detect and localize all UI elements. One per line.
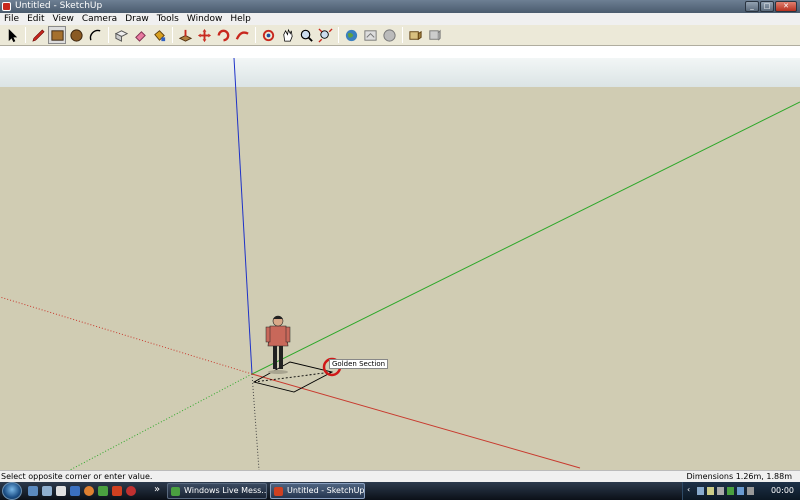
status-bar: Select opposite corner or enter value. D… xyxy=(0,470,800,482)
toolbar-separator xyxy=(255,27,256,43)
status-hint: Select opposite corner or enter value. xyxy=(1,472,153,481)
green-axis-line xyxy=(251,101,800,375)
start-button[interactable] xyxy=(2,482,22,500)
toolbar-separator xyxy=(25,27,26,43)
messenger-tray-icon[interactable] xyxy=(727,487,734,495)
move-icon[interactable] xyxy=(195,26,213,44)
messenger-icon xyxy=(171,487,180,496)
sketchup-app-icon[interactable] xyxy=(2,2,11,11)
rectangle-diagonal xyxy=(253,371,333,383)
sketchup-quicklaunch-icon[interactable] xyxy=(112,486,122,496)
tray-expand-icon[interactable]: ‹ xyxy=(687,485,694,494)
app-quicklaunch-icon[interactable] xyxy=(126,486,136,496)
quicklaunch-expand[interactable]: » xyxy=(154,484,160,495)
pencil-icon[interactable] xyxy=(29,26,47,44)
component-icon[interactable] xyxy=(406,26,424,44)
window-controls: _ □ ✕ xyxy=(745,1,797,12)
toolbar-separator xyxy=(172,27,173,43)
maximize-button[interactable]: □ xyxy=(760,1,774,12)
zoom-icon[interactable] xyxy=(297,26,315,44)
taskbar-sketchup[interactable]: Untitled - SketchUp xyxy=(270,483,365,499)
clock[interactable]: 00:00 xyxy=(771,486,794,495)
circle-icon[interactable] xyxy=(67,26,85,44)
firefox-icon[interactable] xyxy=(84,486,94,496)
close-button[interactable]: ✕ xyxy=(775,1,797,12)
orbit-icon[interactable] xyxy=(259,26,277,44)
menu-help[interactable]: Help xyxy=(226,13,255,25)
drawing-area[interactable]: Golden Section xyxy=(0,46,800,470)
taskbar-item-label: Windows Live Mess... xyxy=(184,486,267,495)
menu-window[interactable]: Window xyxy=(183,13,227,25)
menu-draw[interactable]: Draw xyxy=(121,13,153,25)
windows-taskbar: » Windows Live Mess... Untitled - Sketch… xyxy=(0,482,800,500)
blue-axis-negative xyxy=(251,373,260,470)
tray-misc-icon[interactable] xyxy=(747,487,754,495)
toolbar-separator xyxy=(108,27,109,43)
blue-axis-line xyxy=(233,57,253,375)
messenger-icon[interactable] xyxy=(98,486,108,496)
share-model-icon[interactable] xyxy=(380,26,398,44)
red-axis-negative xyxy=(0,296,253,375)
draft-rectangle xyxy=(252,361,334,393)
menu-edit[interactable]: Edit xyxy=(23,13,48,25)
eraser-icon[interactable] xyxy=(131,26,149,44)
menu-tools[interactable]: Tools xyxy=(153,13,183,25)
menu-view[interactable]: View xyxy=(49,13,78,25)
network-icon[interactable] xyxy=(697,487,704,495)
power-icon[interactable] xyxy=(717,487,724,495)
toolbar-separator xyxy=(338,27,339,43)
make-component-icon[interactable] xyxy=(112,26,130,44)
menu-camera[interactable]: Camera xyxy=(78,13,121,25)
follow-me-icon[interactable] xyxy=(233,26,251,44)
select-icon[interactable] xyxy=(3,26,21,44)
taskbar-windows-live-messenger[interactable]: Windows Live Mess... xyxy=(167,483,267,499)
title-bar: Untitled - SketchUp _ □ ✕ xyxy=(0,0,800,13)
rectangle-icon[interactable] xyxy=(48,26,66,44)
zoom-extents-icon[interactable] xyxy=(316,26,334,44)
toolbar-separator xyxy=(402,27,403,43)
window-title: Untitled - SketchUp xyxy=(15,1,103,11)
paint-bucket-icon[interactable] xyxy=(150,26,168,44)
volume-icon[interactable] xyxy=(707,487,714,495)
system-tray: ‹ 00:00 xyxy=(682,482,800,500)
switch-windows-icon[interactable] xyxy=(42,486,52,496)
push-pull-icon[interactable] xyxy=(176,26,194,44)
ie-icon[interactable] xyxy=(70,486,80,496)
arc-icon[interactable] xyxy=(86,26,104,44)
get-models-icon[interactable] xyxy=(361,26,379,44)
share-component-icon[interactable] xyxy=(425,26,443,44)
green-axis-negative xyxy=(69,373,253,470)
main-toolbar xyxy=(0,25,800,46)
menu-bar: File Edit View Camera Draw Tools Window … xyxy=(0,13,800,25)
taskbar-item-label: Untitled - SketchUp xyxy=(287,486,365,495)
minimize-button[interactable]: _ xyxy=(745,1,759,12)
menu-file[interactable]: File xyxy=(0,13,23,25)
measurements-box[interactable]: Dimensions 1.26m, 1.88m xyxy=(686,471,792,482)
tray-app-icon[interactable] xyxy=(737,487,744,495)
inference-tooltip: Golden Section xyxy=(329,359,389,369)
pan-icon[interactable] xyxy=(278,26,296,44)
rotate-icon[interactable] xyxy=(214,26,232,44)
scene-canvas xyxy=(0,57,800,470)
sketchup-icon xyxy=(274,487,283,496)
mail-icon[interactable] xyxy=(56,486,66,496)
google-earth-icon[interactable] xyxy=(342,26,360,44)
show-desktop-icon[interactable] xyxy=(28,486,38,496)
